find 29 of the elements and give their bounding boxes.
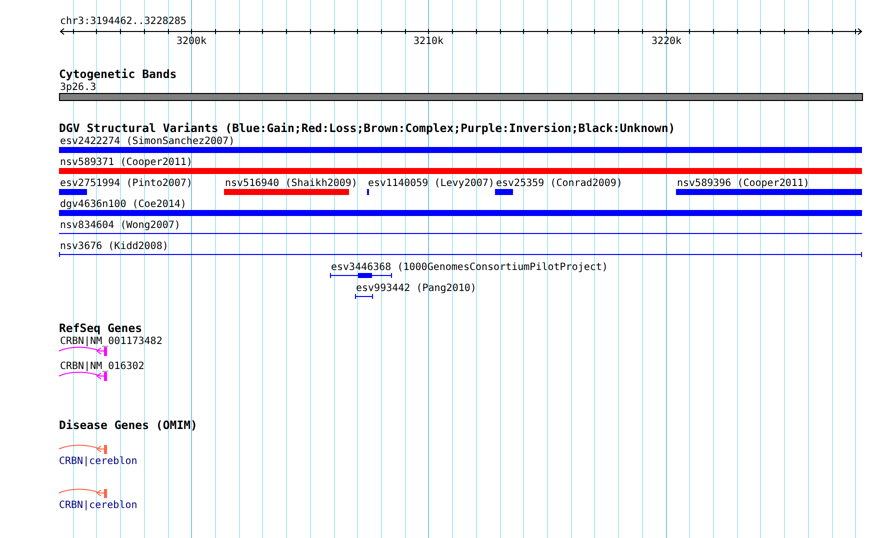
tick-label: 3200k	[176, 36, 207, 47]
gene-drawing	[58, 488, 107, 498]
track-title: Disease Genes (OMIM)	[59, 418, 198, 432]
location-label: chr3:3194462..3228285	[60, 16, 186, 27]
gene-label: CRBN|NM_001173482	[60, 336, 162, 347]
tick-label: 3210k	[413, 36, 444, 47]
variant-label: dgv4636n100 (Coe2014)	[60, 199, 186, 210]
gene-label: CRBN|cereblon	[59, 456, 138, 467]
variant-label: nsv589371 (Cooper2011)	[60, 157, 192, 168]
variant-label: esv1140059 (Levy2007)	[368, 178, 494, 189]
variant-label: nsv3676 (Kidd2008)	[60, 241, 168, 252]
gene-drawing	[58, 444, 107, 454]
variant-label: esv3446368 (1000GenomesConsortiumPilotProject)	[331, 262, 608, 273]
gene-label: CRBN|cereblon	[59, 500, 138, 511]
gene-drawing	[58, 372, 107, 381]
variant-label: nsv834604 (Wong2007)	[60, 220, 180, 231]
tick-label: 3220k	[651, 36, 682, 47]
track-title: Cytogenetic Bands	[59, 67, 177, 81]
gene-label: CRBN|NM_016302	[60, 361, 144, 372]
band-label: 3p26.3	[60, 82, 96, 93]
variant-label: esv2422274 (SimonSanchez2007)	[60, 136, 235, 147]
variant-label: esv993442 (Pang2010)	[356, 283, 476, 294]
variant-label: nsv589396 (Cooper2011)	[677, 178, 810, 189]
variant-label: esv25359 (Conrad2009)	[496, 178, 622, 189]
variant-label: nsv516940 (Shaikh2009)	[225, 178, 358, 189]
variant-label: esv2751994 (Pinto2007)	[60, 178, 192, 189]
track-title: DGV Structural Variants (Blue:Gain;Red:Loss;Brown:Complex;Purple:Inversion;Black:Unknown)	[59, 121, 676, 135]
track-title: RefSeq Genes	[59, 321, 142, 335]
gene-drawing	[58, 346, 107, 356]
